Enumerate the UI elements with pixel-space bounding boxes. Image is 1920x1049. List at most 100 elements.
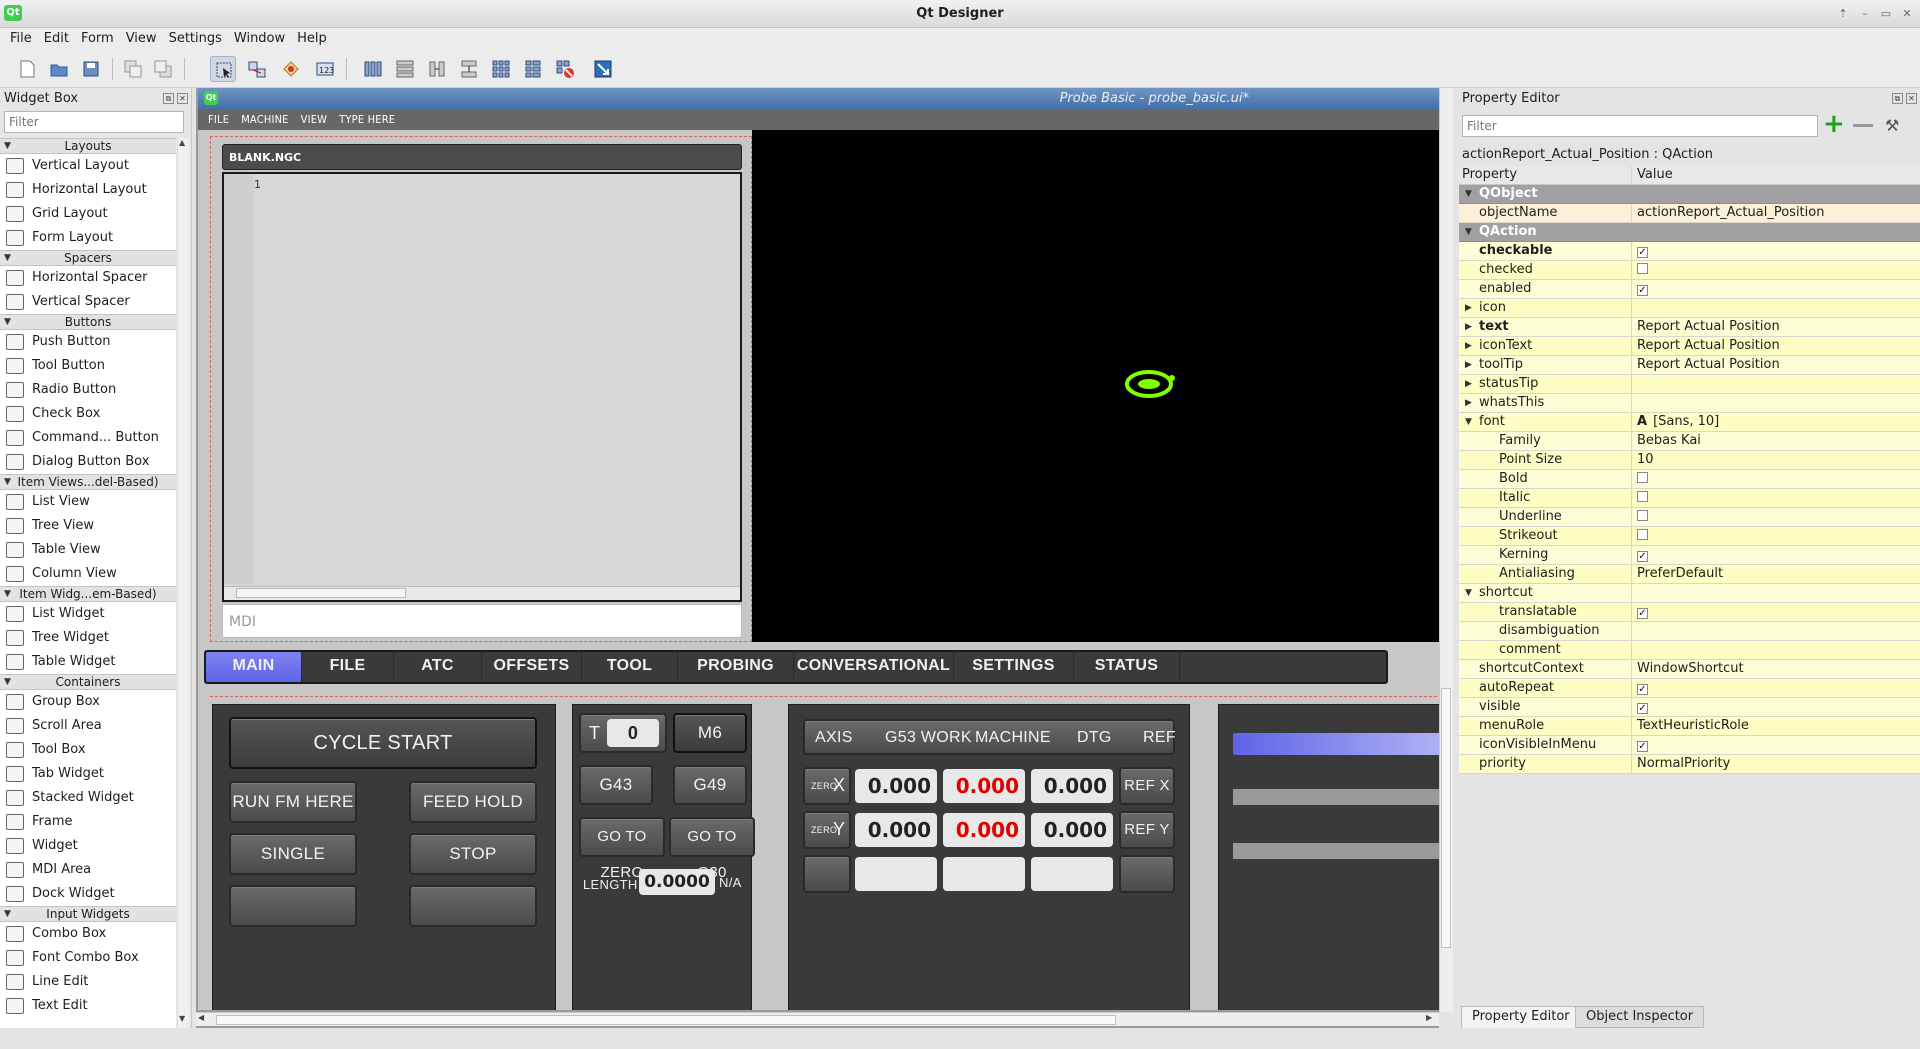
ref-z-button[interactable] xyxy=(1119,855,1175,893)
property-row[interactable]: enabled ✓ xyxy=(1459,280,1920,299)
widget-item[interactable]: Tab Widget xyxy=(0,762,176,786)
m6-button[interactable]: M6 xyxy=(673,713,747,753)
slider-track[interactable] xyxy=(1233,789,1439,805)
zero-x-button[interactable]: ZERO X xyxy=(803,767,851,805)
layout-grid-icon[interactable] xyxy=(488,56,514,82)
property-row[interactable]: ▶ statusTip xyxy=(1459,375,1920,394)
ref-x-button[interactable]: REF X xyxy=(1119,767,1175,805)
widget-item[interactable]: Tool Box xyxy=(0,738,176,762)
property-row[interactable]: ▶ toolTip Report Actual Position xyxy=(1459,356,1920,375)
scroll-up-icon[interactable]: ▲ xyxy=(179,138,185,147)
widget-item[interactable]: Font Combo Box xyxy=(0,946,176,970)
lower-left-button[interactable] xyxy=(229,885,357,927)
adjust-size-icon[interactable] xyxy=(590,56,616,82)
menu-form[interactable]: Form xyxy=(75,29,120,48)
widget-item[interactable]: Dialog Button Box xyxy=(0,450,176,474)
property-row[interactable]: ▶ whatsThis xyxy=(1459,394,1920,413)
widget-item[interactable]: List Widget xyxy=(0,602,176,626)
unchecked-checkbox-icon[interactable] xyxy=(1637,529,1648,540)
widget-category[interactable]: ▼ Buttons xyxy=(0,314,176,330)
scroll-down-icon[interactable]: ▼ xyxy=(179,1014,185,1023)
widget-item[interactable]: MDI Area xyxy=(0,858,176,882)
widget-category[interactable]: ▼ Spacers xyxy=(0,250,176,266)
menu-help[interactable]: Help xyxy=(291,29,333,48)
widget-item[interactable]: Line Edit xyxy=(0,970,176,994)
tab-main[interactable]: MAIN xyxy=(206,652,302,682)
widget-item[interactable]: Text Edit xyxy=(0,994,176,1018)
property-row[interactable]: Antialiasing PreferDefault xyxy=(1459,565,1920,584)
property-value[interactable]: Report Actual Position xyxy=(1634,337,1920,356)
tab-offsets[interactable]: OFFSETS xyxy=(482,652,582,682)
property-group-row[interactable]: ▼ QAction xyxy=(1459,223,1920,242)
run-from-here-button[interactable]: RUN FM HERE xyxy=(229,781,357,823)
send-back-icon[interactable] xyxy=(120,56,146,82)
widget-list-scrollbar[interactable]: ▲ ▼ xyxy=(177,138,189,1028)
checked-checkbox-icon[interactable]: ✓ xyxy=(1637,285,1648,296)
widget-item[interactable]: Command... Button xyxy=(0,426,176,450)
add-property-icon[interactable]: + xyxy=(1823,111,1845,137)
tab-tool[interactable]: TOOL xyxy=(582,652,678,682)
property-value[interactable]: Report Actual Position xyxy=(1634,356,1920,375)
edit-widgets-icon[interactable] xyxy=(210,56,236,82)
edit-buddies-icon[interactable] xyxy=(278,56,304,82)
property-row[interactable]: objectName actionReport_Actual_Position xyxy=(1459,204,1920,223)
property-row[interactable]: ▶ iconText Report Actual Position xyxy=(1459,337,1920,356)
property-value[interactable] xyxy=(1634,375,1920,394)
widget-item[interactable]: Combo Box xyxy=(0,922,176,946)
go-to-zero-button[interactable]: GO TO ZERO xyxy=(579,817,665,881)
property-value[interactable]: NormalPriority xyxy=(1634,755,1920,774)
widget-item[interactable]: Widget xyxy=(0,834,176,858)
widget-item[interactable]: Stacked Widget xyxy=(0,786,176,810)
go-to-g30-button[interactable]: GO TO G30 xyxy=(669,817,755,881)
checked-checkbox-icon[interactable]: ✓ xyxy=(1637,684,1648,695)
tab-probing[interactable]: PROBING xyxy=(678,652,794,682)
layout-vertical-icon[interactable] xyxy=(392,56,418,82)
property-value[interactable] xyxy=(1634,508,1920,527)
widget-item[interactable]: Group Box xyxy=(0,690,176,714)
property-value[interactable]: ✓ xyxy=(1634,679,1920,698)
property-value[interactable]: TextHeuristicRole xyxy=(1634,717,1920,736)
scroll-right-icon[interactable]: ▶ xyxy=(1426,1013,1432,1022)
widget-category[interactable]: ▼ Containers xyxy=(0,674,176,690)
close-icon[interactable]: ✕ xyxy=(1900,7,1914,21)
zero-z-button[interactable] xyxy=(803,855,851,893)
gcode-editor[interactable]: 1 xyxy=(222,172,742,602)
float-icon[interactable]: ⧉ xyxy=(163,93,174,104)
widget-category[interactable]: ▼ Layouts xyxy=(0,138,176,154)
checked-checkbox-icon[interactable]: ✓ xyxy=(1637,551,1648,562)
tab-atc[interactable]: ATC xyxy=(394,652,482,682)
checked-checkbox-icon[interactable]: ✓ xyxy=(1637,741,1648,752)
g49-button[interactable]: G49 xyxy=(673,765,747,805)
layout-v-splitter-icon[interactable] xyxy=(456,56,482,82)
canvas-vscrollbar[interactable] xyxy=(1439,88,1453,1012)
float-icon[interactable]: ⧉ xyxy=(1892,93,1903,104)
unchecked-checkbox-icon[interactable] xyxy=(1637,510,1648,521)
property-value[interactable]: ✓ xyxy=(1634,603,1920,622)
edit-signals-icon[interactable] xyxy=(244,56,270,82)
close-dock-icon[interactable]: ✕ xyxy=(177,93,188,104)
property-row[interactable]: Italic xyxy=(1459,489,1920,508)
widget-item[interactable]: Dock Widget xyxy=(0,882,176,906)
widget-item[interactable]: Vertical Layout xyxy=(0,154,176,178)
lower-right-button[interactable] xyxy=(409,885,537,927)
canvas-hscrollbar[interactable]: ◀ ▶ xyxy=(196,1012,1439,1026)
edit-tab-order-icon[interactable]: 123 xyxy=(312,56,338,82)
property-value[interactable]: 10 xyxy=(1634,451,1920,470)
property-row[interactable]: checked xyxy=(1459,261,1920,280)
property-row[interactable]: Kerning ✓ xyxy=(1459,546,1920,565)
property-filter-input[interactable] xyxy=(1462,115,1818,137)
widget-item[interactable]: Column View xyxy=(0,562,176,586)
property-value[interactable] xyxy=(1634,489,1920,508)
form-menu-machine[interactable]: MACHINE xyxy=(235,110,294,130)
tool-number-input[interactable]: 0 xyxy=(607,719,659,747)
property-value[interactable]: ✓ xyxy=(1634,280,1920,299)
tab-file[interactable]: FILE xyxy=(302,652,394,682)
property-value[interactable]: A [Sans, 10] xyxy=(1634,413,1920,432)
property-row[interactable]: iconVisibleInMenu ✓ xyxy=(1459,736,1920,755)
tab-object-inspector[interactable]: Object Inspector xyxy=(1575,1006,1705,1028)
close-dock-icon[interactable]: ✕ xyxy=(1906,93,1917,104)
tab-settings[interactable]: SETTINGS xyxy=(954,652,1074,682)
scroll-thumb[interactable] xyxy=(1441,688,1451,948)
configure-icon[interactable]: ⚒ xyxy=(1885,116,1907,138)
tab-status[interactable]: STATUS xyxy=(1074,652,1180,682)
